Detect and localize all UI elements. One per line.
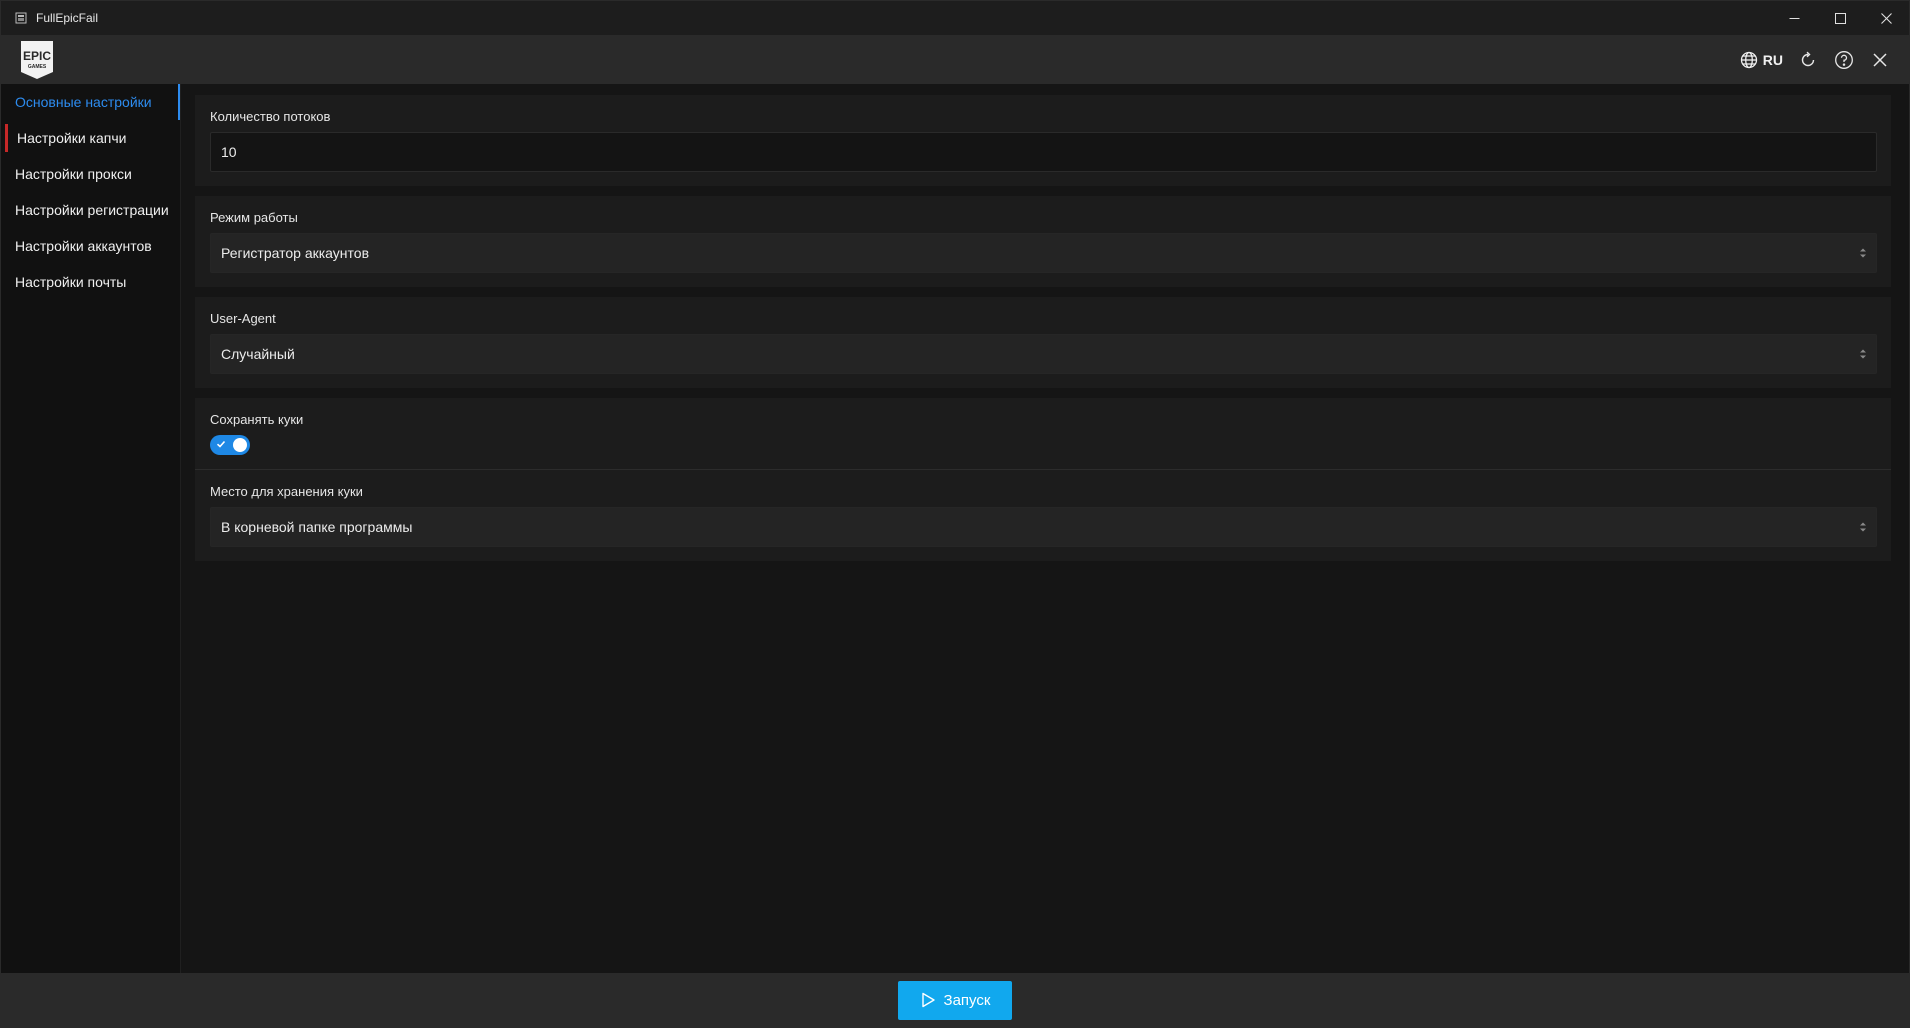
user-agent-card: User-Agent Случайный [195, 297, 1891, 388]
threads-label: Количество потоков [210, 109, 331, 124]
user-agent-select-value: Случайный [221, 346, 295, 362]
footer-bar: Запуск [1, 973, 1909, 1027]
epic-games-logo: EPIC GAMES [19, 40, 55, 80]
select-arrows-icon [1860, 248, 1866, 258]
window-controls [1771, 1, 1909, 35]
mode-select-value: Регистратор аккаунтов [221, 245, 370, 261]
title-bar[interactable]: FullEpicFail [1, 1, 1909, 35]
play-icon [921, 992, 935, 1008]
app-header: EPIC GAMES RU [1, 35, 1909, 84]
sidebar-item-mail-settings[interactable]: Настройки почты [1, 264, 180, 300]
settings-content: Количество потоков 10 Режим работы Регис… [195, 95, 1891, 571]
user-agent-label: User-Agent [210, 311, 276, 326]
user-agent-select[interactable]: Случайный [210, 334, 1877, 374]
window-title: FullEpicFail [36, 11, 99, 25]
mode-select[interactable]: Регистратор аккаунтов [210, 233, 1877, 273]
sidebar-item-proxy-settings[interactable]: Настройки прокси [1, 156, 180, 192]
mode-label: Режим работы [210, 210, 298, 225]
save-cookies-card: Сохранять куки [195, 398, 1891, 470]
select-arrows-icon [1860, 522, 1866, 532]
sidebar-item-registration-settings[interactable]: Настройки регистрации [1, 192, 180, 228]
globe-icon [1740, 51, 1757, 68]
maximize-button[interactable] [1817, 1, 1863, 35]
settings-sidebar: Основные настройки Настройки капчи Настр… [1, 84, 181, 973]
cookie-storage-card: Место для хранения куки В корневой папке… [195, 470, 1891, 561]
toggle-knob [233, 438, 247, 452]
close-icon [1880, 12, 1892, 24]
minimize-button[interactable] [1771, 1, 1817, 35]
save-cookies-toggle[interactable] [210, 435, 250, 455]
sidebar-item-main-settings[interactable]: Основные настройки [1, 84, 180, 120]
cookie-storage-select[interactable]: В корневой папке программы [210, 507, 1877, 547]
refresh-icon [1801, 51, 1815, 66]
sidebar-item-account-settings[interactable]: Настройки аккаунтов [1, 228, 180, 264]
header-close-button[interactable] [1869, 49, 1891, 71]
close-icon [1873, 52, 1887, 67]
logo-text-epic: EPIC [23, 49, 51, 63]
threads-input[interactable]: 10 [210, 132, 1877, 172]
logo-text-games: GAMES [28, 64, 47, 70]
cookie-storage-label: Место для хранения куки [210, 484, 363, 499]
threads-card: Количество потоков 10 [195, 95, 1891, 186]
header-tools: RU [1740, 35, 1891, 84]
sidebar-item-captcha-settings[interactable]: Настройки капчи [1, 120, 180, 156]
run-button[interactable]: Запуск [898, 980, 1012, 1020]
language-code: RU [1762, 51, 1783, 68]
language-selector[interactable]: RU [1740, 51, 1783, 69]
check-icon [216, 440, 226, 448]
window-close-button[interactable] [1863, 1, 1909, 35]
help-icon [1835, 50, 1853, 69]
minimize-icon [1789, 17, 1799, 19]
run-button-label: Запуск [943, 991, 991, 1009]
app-window: FullEpicFail EPIC GAMES RU Основные наст… [0, 0, 1910, 1028]
app-icon [14, 11, 28, 25]
mode-card: Режим работы Регистратор аккаунтов [195, 196, 1891, 287]
refresh-button[interactable] [1797, 49, 1819, 71]
maximize-icon [1834, 12, 1846, 24]
save-cookies-label: Сохранять куки [210, 412, 304, 427]
cookie-storage-select-value: В корневой папке программы [221, 519, 413, 535]
select-arrows-icon [1860, 349, 1866, 359]
help-button[interactable] [1833, 49, 1855, 71]
